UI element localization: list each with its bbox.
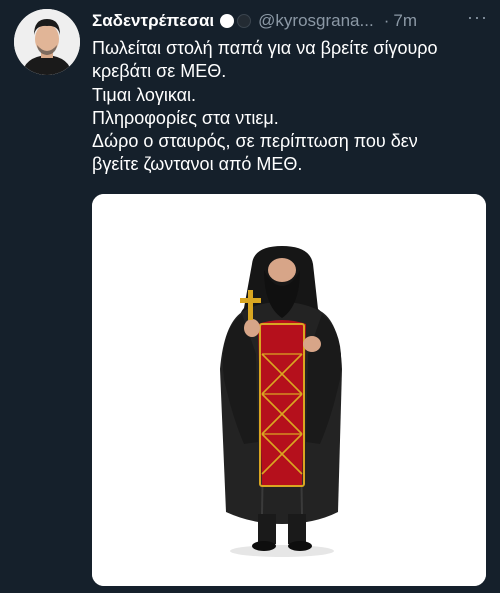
author-name[interactable]: Σαδεντρέπεσαι bbox=[92, 10, 214, 32]
dark-circle-icon bbox=[237, 14, 252, 28]
profile-photo bbox=[14, 9, 80, 75]
tweet-header: Σαδεντρέπεσαι @kyrosgrana... · 7m ··· bbox=[92, 7, 488, 32]
tweet-text: Πωλείται στολή παπά για να βρείτε σίγουρ… bbox=[92, 37, 487, 177]
avatar[interactable] bbox=[14, 9, 80, 75]
more-horizontal-icon[interactable]: ··· bbox=[467, 6, 488, 28]
emoji-badges bbox=[220, 14, 254, 28]
separator-dot: · bbox=[383, 11, 390, 30]
tweet-text-line: Τιμαι λογικαι. bbox=[92, 84, 197, 105]
tweet-text-line: Δώρο ο σταυρός, σε περίπτωση που δεν bbox=[92, 131, 418, 152]
tweet-text-line: Πωλείται στολή παπά για να βρείτε σίγουρ… bbox=[92, 38, 438, 58]
tweet-text-line: βγείτε ζωντανοι από ΜΕΘ. bbox=[92, 154, 303, 175]
tweet-text-line: κρεβάτι σε ΜΕΘ. bbox=[92, 61, 227, 82]
tweet-media-image[interactable] bbox=[92, 194, 486, 586]
author-handle[interactable]: @kyrosgrana... bbox=[258, 10, 374, 32]
priest-costume-illustration bbox=[92, 194, 486, 586]
tweet-text-line: Πληροφορίες στα ντιεμ. bbox=[92, 107, 279, 128]
white-circle-icon bbox=[220, 14, 235, 28]
timestamp[interactable]: 7m bbox=[393, 10, 417, 32]
